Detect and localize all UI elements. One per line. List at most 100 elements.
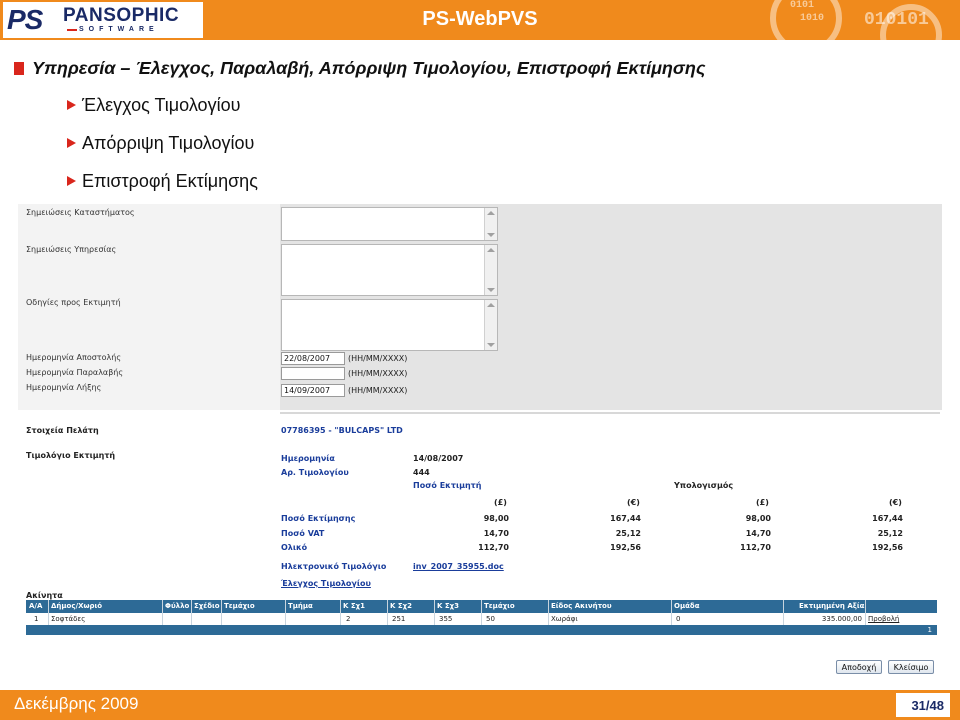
column-divider <box>548 600 549 625</box>
invoice-number-label: Αρ. Τιμολογίου <box>281 468 349 477</box>
table-pagination: 1 <box>26 625 937 635</box>
scroll-up-icon[interactable] <box>487 303 495 307</box>
invoice-section-label: Τιμολόγιο Εκτιμητή <box>26 451 116 460</box>
scroll-up-icon[interactable] <box>487 248 495 252</box>
col-k1[interactable]: Κ Σχ1 <box>343 602 365 610</box>
red-arrow-icon <box>67 100 76 110</box>
col-plot2[interactable]: Τεμάχιο <box>484 602 515 610</box>
column-divider <box>387 600 388 625</box>
invoice-date-value: 14/08/2007 <box>413 454 464 463</box>
sub-item-label: Έλεγχος Τιμολογίου <box>82 94 241 115</box>
invoice-amount-label: Ποσό Εκτιμητή <box>413 481 482 490</box>
amount-estimate-gbp: 98,00 <box>483 514 509 523</box>
sub-item-invoice-reject: Απόρριψη Τιμολογίου <box>67 130 254 156</box>
scroll-down-icon[interactable] <box>487 343 495 347</box>
col-k2[interactable]: Κ Σχ2 <box>390 602 412 610</box>
calc-currency-gbp-header: (£) <box>756 498 769 507</box>
amount-estimate-label: Ποσό Εκτίμησης <box>281 514 356 523</box>
date-format-hint: (HH/MM/XXXX) <box>348 369 408 378</box>
amount-vat-label: Ποσό VAT <box>281 529 325 538</box>
column-divider <box>434 600 435 625</box>
footer-bar: Δεκέμβρης 2009 31/48 <box>0 690 960 720</box>
instructions-textarea[interactable] <box>281 299 498 351</box>
date-format-hint: (HH/MM/XXXX) <box>348 354 408 363</box>
col-plot[interactable]: Τεμάχιο <box>224 602 255 610</box>
scroll-down-icon[interactable] <box>487 288 495 292</box>
cell-k1: 2 <box>346 615 351 623</box>
col-plan[interactable]: Σχέδιο <box>194 602 220 610</box>
textarea-scrollbar[interactable] <box>484 245 497 295</box>
calc-vat-gbp: 14,70 <box>745 529 771 538</box>
red-square-bullet-icon <box>14 61 24 75</box>
view-link[interactable]: Προβολή <box>868 615 899 623</box>
calc-total-eur: 192,56 <box>872 543 903 552</box>
notes-store-textarea[interactable] <box>281 207 498 241</box>
cell-aa: 1 <box>34 615 39 623</box>
currency-gbp-header: (£) <box>494 498 507 507</box>
sub-item-estimate-return: Επιστροφή Εκτίμησης <box>67 168 258 194</box>
amount-estimate-eur: 167,44 <box>610 514 641 523</box>
customer-label: Στοιχεία Πελάτη <box>26 426 99 435</box>
invoice-check-link[interactable]: Έλεγχος Τιμολογίου <box>281 579 371 588</box>
notes-service-label: Σημειώσεις Υπηρεσίας <box>26 245 117 254</box>
calc-estimate-gbp: 98,00 <box>745 514 771 523</box>
cell-plot2: 50 <box>486 615 495 623</box>
top-banner: PS PANSOPHIC SOFTWARE PS-WebPVS 0101 101… <box>0 0 960 40</box>
col-k3[interactable]: Κ Σχ3 <box>437 602 459 610</box>
cell-group: 0 <box>676 615 681 623</box>
customer-value: 07786395 - "BULCAPS" LTD <box>281 426 403 435</box>
cell-value: 335.000,00 <box>821 615 862 623</box>
sub-item-label: Απόρριψη Τιμολογίου <box>82 132 255 153</box>
col-sheet[interactable]: Φύλλο <box>165 602 189 610</box>
deco-binary-text: 0101 <box>790 0 815 11</box>
page-number-link[interactable]: 1 <box>928 626 932 634</box>
cell-type: Χωράφι <box>551 615 578 623</box>
col-aa[interactable]: Α/Α <box>29 602 42 610</box>
amount-total-eur: 192,56 <box>610 543 641 552</box>
amount-total-label: Ολικό <box>281 543 308 552</box>
column-divider <box>481 600 482 625</box>
calc-total-gbp: 112,70 <box>740 543 771 552</box>
column-divider <box>783 600 784 625</box>
notes-service-textarea[interactable] <box>281 244 498 296</box>
column-divider <box>285 600 286 625</box>
col-type[interactable]: Είδος Ακινήτου <box>551 602 612 610</box>
section-divider <box>280 412 940 414</box>
sub-item-label: Επιστροφή Εκτίμησης <box>82 170 258 191</box>
footer-date: Δεκέμβρης 2009 <box>14 694 139 713</box>
date-format-hint: (HH/MM/XXXX) <box>348 386 408 395</box>
scroll-up-icon[interactable] <box>487 211 495 215</box>
invoice-date-label: Ημερομηνία <box>281 454 335 463</box>
col-value[interactable]: Εκτιμημένη Αξία <box>799 602 864 610</box>
notes-store-label: Σημειώσεις Καταστήματος <box>26 208 135 217</box>
receive-date-input[interactable] <box>281 367 345 380</box>
col-block[interactable]: Τμήμα <box>288 602 313 610</box>
binary-decoration: 0101 1010 010101 <box>760 0 960 40</box>
send-date-input[interactable]: 22/08/2007 <box>281 352 345 365</box>
column-divider <box>865 600 866 625</box>
main-heading-text: Υπηρεσία – Έλεγχος, Παραλαβή, Απόρριψη Τ… <box>32 57 706 78</box>
textarea-scrollbar[interactable] <box>484 208 497 240</box>
invoice-calc-label: Υπολογισμός <box>674 481 734 490</box>
page-number: 31/48 <box>911 698 944 713</box>
column-divider <box>340 600 341 625</box>
scroll-down-icon[interactable] <box>487 233 495 237</box>
textarea-scrollbar[interactable] <box>484 300 497 350</box>
accept-button[interactable]: Αποδοχή <box>836 660 882 674</box>
receive-date-label: Ημερομηνία Παραλαβής <box>26 368 124 377</box>
col-village[interactable]: Δήμος/Χωριό <box>51 602 102 610</box>
electronic-invoice-label: Ηλεκτρονικό Τιμολόγιο <box>281 562 387 571</box>
close-button[interactable]: Κλείσιμο <box>888 660 934 674</box>
expiry-date-input[interactable]: 14/09/2007 <box>281 384 345 397</box>
column-divider <box>162 600 163 625</box>
property-title: Ακίνητα <box>26 591 63 600</box>
amount-vat-gbp: 14,70 <box>483 529 509 538</box>
main-heading: Υπηρεσία – Έλεγχος, Παραλαβή, Απόρριψη Τ… <box>14 56 705 80</box>
instructions-label: Οδηγίες προς Εκτιμητή <box>26 298 121 307</box>
col-group[interactable]: Ομάδα <box>674 602 700 610</box>
send-date-label: Ημερομηνία Αποστολής <box>26 353 122 362</box>
amount-total-gbp: 112,70 <box>478 543 509 552</box>
electronic-invoice-link[interactable]: inv_2007_35955.doc <box>413 562 504 571</box>
red-arrow-icon <box>67 176 76 186</box>
page-number-box: 31/48 <box>896 693 950 717</box>
